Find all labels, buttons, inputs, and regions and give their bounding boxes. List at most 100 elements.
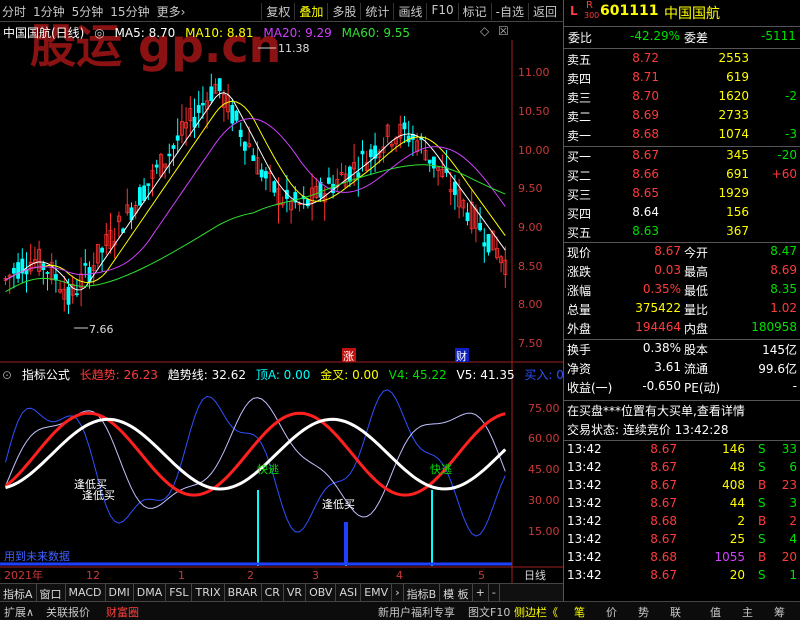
tab-macd[interactable]: MACD [66, 584, 106, 601]
f10-text-button[interactable]: 图文F10 [468, 604, 510, 620]
price-tick: 10.00 [518, 144, 550, 157]
tick-side: B [758, 478, 767, 492]
stat-label: 涨幅 [567, 284, 592, 298]
panel-tab-trend[interactable]: 势 [638, 604, 649, 620]
notice-text[interactable]: 在买盘***位置有大买单,查看详情 [567, 402, 745, 419]
period-tab-1min[interactable]: 1分钟 [33, 3, 65, 20]
tab-cr[interactable]: CR [262, 584, 284, 601]
period-tab-15min[interactable]: 15分钟 [110, 3, 149, 20]
bid-row[interactable]: 买五 8.63 367 [564, 224, 800, 243]
stat-row: 外盘 194464 内盘 180958 [564, 320, 800, 339]
new-user-benefit-link[interactable]: 新用户福利专享 [378, 604, 455, 620]
sidebar-toggle-button[interactable]: 侧边栏《 [514, 604, 558, 620]
toolbar-draw-button[interactable]: 画线 [393, 3, 426, 20]
tab-indicator-b[interactable]: 指标B [404, 584, 441, 601]
bid-row[interactable]: 买三 8.65 1929 [564, 186, 800, 205]
bid-volume: 367 [726, 224, 749, 238]
bid-price: 8.65 [632, 186, 659, 200]
ask-row[interactable]: 卖四 8.71 619 [564, 70, 800, 89]
tab-vr[interactable]: VR [284, 584, 307, 601]
panel-tab-main[interactable]: 主 [742, 604, 753, 620]
high-price-label: 11.38 [278, 42, 310, 55]
tab-dma[interactable]: DMA [134, 584, 167, 601]
panel-tab-price[interactable]: 价 [606, 604, 617, 620]
panel-tab-ticks[interactable]: 笔 [574, 604, 585, 620]
tick-row: 13:42 8.67 20 S 1 [564, 568, 800, 587]
candlesticks [3, 73, 508, 314]
toolbar-stats-button[interactable]: 统计 [360, 3, 393, 20]
tick-time: 13:42 [567, 478, 602, 492]
finance-marker[interactable]: 财 [456, 349, 467, 363]
tab-brar[interactable]: BRAR [225, 584, 262, 601]
fundamental-value: -0.650 [642, 379, 681, 393]
ma20-label: MA20: 9.29 [263, 26, 332, 40]
signal-low-buy: 逢低买 [322, 498, 355, 511]
related-quote-button[interactable]: 关联报价 [46, 604, 90, 620]
fundamental-value: 3.61 [654, 360, 681, 374]
kline-chart[interactable]: 股运 gp.cn 11.00 10.50 10.00 9.50 9.00 8.5… [0, 22, 563, 583]
period-tab-intraday[interactable]: 分时 [2, 3, 26, 20]
price-tick: 8.50 [518, 260, 543, 273]
tab-dmi[interactable]: DMI [106, 584, 134, 601]
period-tab-more[interactable]: 更多› [157, 3, 186, 20]
indicator-formula-label[interactable]: 指标公式 [22, 368, 70, 382]
ask-row[interactable]: 卖二 8.69 2733 [564, 108, 800, 127]
panel-tab-related[interactable]: 联 [670, 604, 681, 620]
tick-row: 13:42 8.67 48 S 6 [564, 460, 800, 479]
toolbar-f10-button[interactable]: F10 [426, 3, 457, 20]
tab-remove[interactable]: - [489, 584, 500, 601]
toolbar-multistock-button[interactable]: 多股 [327, 3, 360, 20]
bid-row[interactable]: 买二 8.66 691 +60 [564, 167, 800, 186]
toolbar-mark-button[interactable]: 标记 [457, 3, 491, 20]
toolbar-overlay-button[interactable]: 叠加 [294, 3, 327, 20]
tick-count: 2 [789, 514, 797, 528]
ask-row[interactable]: 卖一 8.68 1074 -3 [564, 127, 800, 146]
ma-settings-icon[interactable]: ◎ [94, 26, 104, 40]
indicator-tabs: 指标A 窗口 MACD DMI DMA FSL TRIX BRAR CR VR … [0, 583, 563, 601]
tick-time: 13:42 [567, 496, 602, 510]
period-label[interactable]: 日线 [524, 568, 546, 582]
diamond-icon[interactable]: ◇ [480, 24, 489, 38]
tab-indicator-a[interactable]: 指标A [0, 584, 37, 601]
tick-count: 4 [789, 532, 797, 546]
toolbar-back-button[interactable]: 返回 [527, 3, 561, 20]
ask-row[interactable]: 卖三 8.70 1620 -2 [564, 89, 800, 108]
stat-row: 总量 375422 量比 1.02 [564, 301, 800, 320]
wealth-circle-button[interactable]: 财富圈 [106, 604, 139, 620]
tab-add[interactable]: + [473, 584, 489, 601]
tick-price: 8.68 [650, 550, 677, 564]
tab-scroll-right[interactable]: › [392, 584, 404, 601]
bid-row[interactable]: 买一 8.67 345 -20 [564, 148, 800, 167]
toolbar-watchlist-remove-button[interactable]: -自选 [490, 3, 528, 20]
tab-obv[interactable]: OBV [306, 584, 337, 601]
tick-side: B [758, 514, 767, 528]
period-tab-5min[interactable]: 5分钟 [72, 3, 104, 20]
panel-tab-chips[interactable]: 筹 [774, 604, 785, 620]
ask-row[interactable]: 卖五 8.72 2553 [564, 51, 800, 70]
stat-row: 涨跌 0.03 最高 8.69 [564, 263, 800, 282]
tab-template[interactable]: 模 板 [440, 584, 473, 601]
tab-trix[interactable]: TRIX [192, 584, 225, 601]
tab-emv[interactable]: EMV [361, 584, 393, 601]
fundamental-label: 流通 [684, 362, 709, 376]
indicator-tick: 60.00 [528, 432, 560, 445]
big-order-notice[interactable]: 在买盘***位置有大买单,查看详情 [564, 402, 800, 421]
toolbar-adjust-button[interactable]: 复权 [261, 3, 294, 20]
close-icon[interactable]: ☒ [498, 24, 509, 38]
ask-volume: 2553 [718, 51, 749, 65]
indicator-tick: 75.00 [528, 402, 560, 415]
collapse-icon[interactable]: ⊙ [2, 368, 12, 382]
stat-value: 8.35 [770, 282, 797, 296]
axis-month-label: 4 [396, 569, 403, 582]
bid-row[interactable]: 买四 8.64 156 [564, 205, 800, 224]
tab-fsl[interactable]: FSL [166, 584, 193, 601]
expand-button[interactable]: 扩展∧ [4, 604, 34, 620]
fundamental-label: 股本 [684, 343, 709, 357]
panel-tab-value[interactable]: 值 [710, 604, 721, 620]
wei-bi-value: -42.29% [630, 29, 681, 43]
stat-value: 375422 [635, 301, 681, 315]
tab-asi[interactable]: ASI [336, 584, 362, 601]
tick-price: 8.67 [650, 496, 677, 510]
tab-window[interactable]: 窗口 [37, 584, 66, 601]
limit-up-marker[interactable]: 涨 [343, 350, 354, 363]
